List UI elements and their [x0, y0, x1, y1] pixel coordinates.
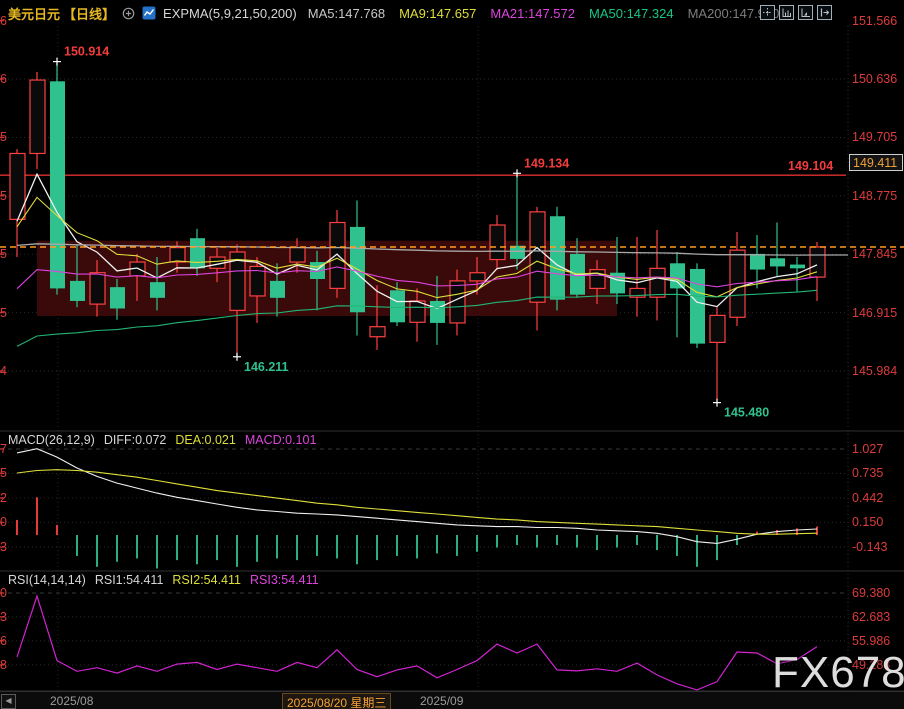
rsi-header: RSI(14,14,14) RSI1:54.411 RSI2:54.411 RS…: [8, 573, 319, 587]
price-axis-label: 145.984: [852, 364, 897, 378]
rsi-name: RSI(14,14,14): [8, 573, 86, 587]
date-label: 2025/08: [50, 694, 93, 708]
panel-export-icon[interactable]: [817, 5, 832, 20]
ma-legend-item: MA21:147.572: [490, 6, 575, 21]
price-axis-label: 147.845: [852, 247, 897, 261]
crosshair-icon[interactable]: [760, 5, 775, 20]
price-axis-label-left: 145.984: [0, 364, 7, 378]
period-label[interactable]: 【日线】: [63, 4, 115, 23]
price-axis-label-left: -0.143: [0, 540, 7, 554]
macd-diff-value: DIFF:0.072: [104, 433, 167, 447]
price-axis-label: 0.150: [852, 515, 883, 529]
macd-diff-line: [17, 449, 817, 544]
price-axis-label-left: 69.380: [0, 586, 7, 600]
price-annotation: 146.211: [233, 353, 289, 374]
rsi-line: [17, 596, 817, 690]
price-axis-label: 148.775: [852, 189, 897, 203]
macd-macd-value: MACD:0.101: [245, 433, 317, 447]
sub-indicator-icon[interactable]: [798, 5, 813, 20]
date-axis[interactable]: ◀ 2025/08 2025/08/20 星期三 2025/09: [0, 691, 904, 709]
price-axis-label: 62.683: [852, 610, 890, 624]
price-axis-label-left: 49.288: [0, 658, 7, 672]
rsi1-value: RSI1:54.411: [95, 573, 164, 587]
price-axis-label-left: 0.150: [0, 515, 7, 529]
price-axis-label: 146.915: [852, 306, 897, 320]
svg-text:146.211: 146.211: [244, 360, 289, 374]
price-annotation: 149.134: [513, 156, 569, 177]
macd-name: MACD(26,12,9): [8, 433, 95, 447]
add-indicator-icon[interactable]: [122, 7, 135, 20]
price-axis-label-left: 149.705: [0, 130, 7, 144]
svg-text:149.134: 149.134: [524, 156, 569, 170]
price-axis-label-left: 55.986: [0, 634, 7, 648]
price-axis-label: -0.143: [852, 540, 887, 554]
macd-dea-value: DEA:0.021: [175, 433, 235, 447]
chart-canvas[interactable]: 150.914 149.134 146.211 145.480: [0, 0, 904, 709]
price-axis-label-left: 146.915: [0, 306, 7, 320]
ma-legend-item: MA50:147.324: [589, 6, 674, 21]
ma-legend: MA5:147.768 MA9:147.657 MA21:147.572 MA50:1…: [308, 6, 780, 21]
price-axis-label: 1.027: [852, 442, 883, 456]
price-axis-label-left: 147.845: [0, 247, 7, 261]
macd-header: MACD(26,12,9) DIFF:0.072 DEA:0.021 MACD:…: [8, 433, 316, 447]
price-axis-label: 149.705: [852, 130, 897, 144]
price-axis-label-left: 0.735: [0, 466, 7, 480]
rsi3-value: RSI3:54.411: [250, 573, 319, 587]
svg-text:145.480: 145.480: [724, 406, 769, 420]
watermark: FX678: [772, 648, 904, 698]
price-axis-label-left: 148.775: [0, 189, 7, 203]
price-axis-label-left: 0.442: [0, 491, 7, 505]
price-axis-label-left: 150.636: [0, 72, 7, 86]
price-axis-label-left: 1.027: [0, 442, 7, 456]
hline-price-label[interactable]: 149.104: [788, 159, 833, 173]
main-indicator-icon[interactable]: [779, 5, 794, 20]
trading-chart-app: 150.914 149.134 146.211 145.480 美元日元 【日线】 E…: [0, 0, 904, 709]
price-axis-label: 150.636: [852, 72, 897, 86]
price-annotation: 150.914: [53, 45, 109, 66]
price-axis-label: 55.986: [852, 634, 890, 648]
price-axis-label: 69.380: [852, 586, 890, 600]
expma-label: EXPMA(5,9,21,50,200): [163, 6, 297, 21]
ma-legend-item: MA5:147.768: [308, 6, 385, 21]
price-tag-box[interactable]: 149.411: [849, 154, 903, 171]
chart-toolbar: [760, 5, 832, 20]
candlestick-series: [10, 62, 825, 403]
rsi2-value: RSI2:54.411: [172, 573, 241, 587]
price-annotation: 145.480: [713, 399, 769, 420]
symbol-title[interactable]: 美元日元: [8, 4, 60, 23]
price-axis-label-left: 62.683: [0, 610, 7, 624]
scroll-left-button[interactable]: ◀: [1, 694, 16, 709]
ma-legend-item: MA9:147.657: [399, 6, 476, 21]
date-label-highlighted: 2025/08/20 星期三: [282, 693, 391, 709]
price-axis-label: 0.442: [852, 491, 883, 505]
svg-text:150.914: 150.914: [64, 45, 109, 59]
price-axis-label: 0.735: [852, 466, 883, 480]
indicator-chart-icon[interactable]: [142, 6, 156, 20]
macd-dea-line: [17, 470, 817, 535]
date-label: 2025/09: [420, 694, 463, 708]
